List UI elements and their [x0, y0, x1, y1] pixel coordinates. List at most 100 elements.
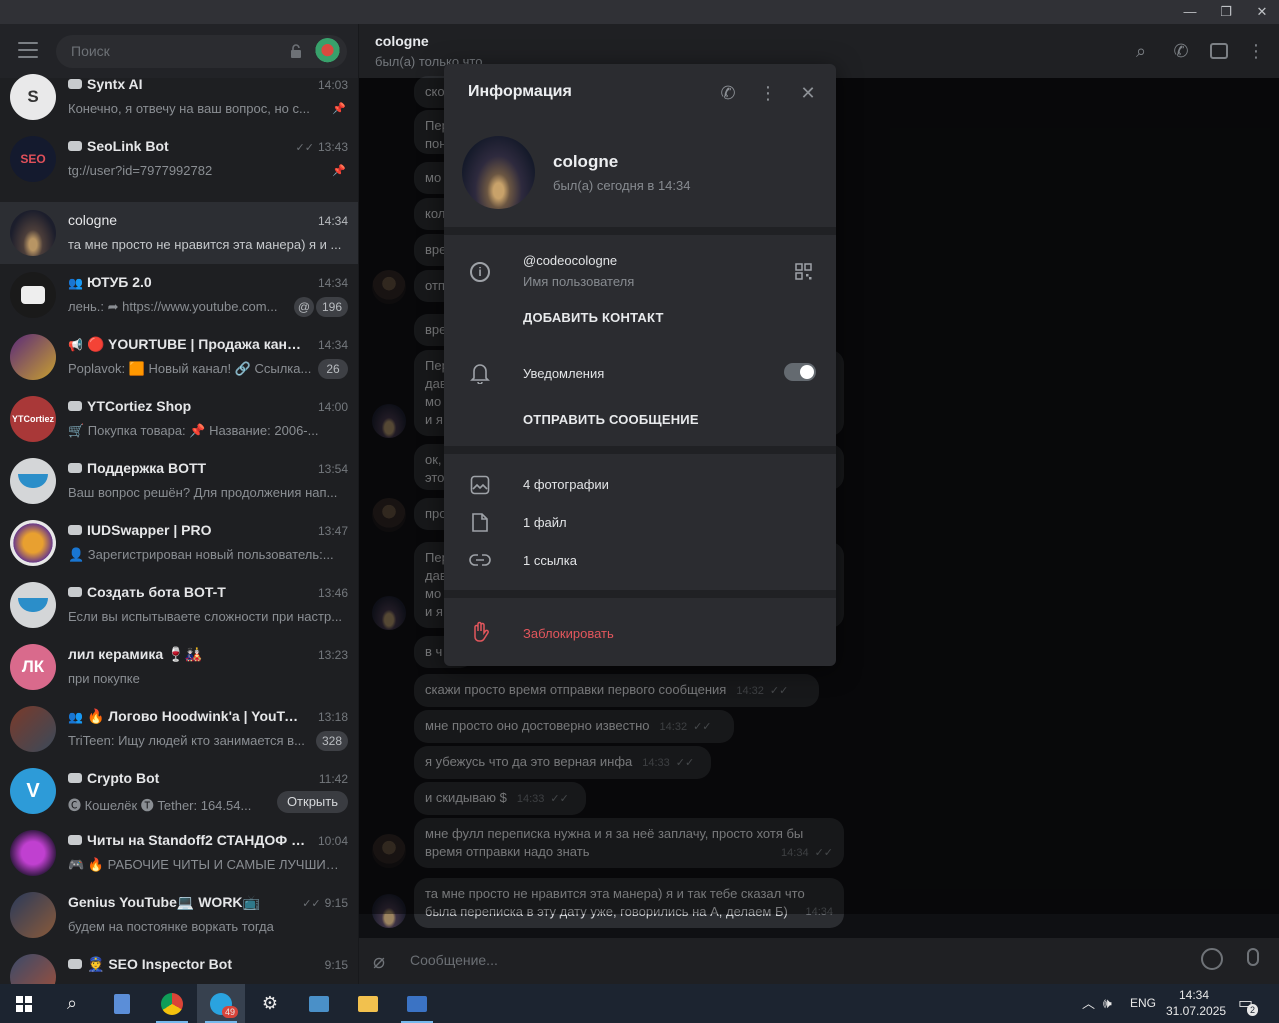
- phone-icon[interactable]: ✆: [1170, 40, 1192, 62]
- chat-item-syntx-ai[interactable]: S Syntx AI 14:03 Конечно, я отвечу на ва…: [0, 66, 358, 128]
- chat-item-ytcortiez[interactable]: YTCortiez YTCortiez Shop 14:00 🛒 Покупка…: [0, 388, 358, 450]
- more-vertical-icon[interactable]: ⋮: [757, 82, 779, 104]
- photo-icon: [470, 475, 490, 495]
- lock-icon[interactable]: [290, 44, 302, 58]
- attach-icon[interactable]: ⌀: [373, 949, 385, 974]
- calculator-icon[interactable]: [98, 984, 146, 1023]
- file-explorer-icon[interactable]: [344, 984, 392, 1023]
- add-contact-button[interactable]: ДОБАВИТЬ КОНТАКТ: [523, 310, 664, 325]
- search-field[interactable]: Поиск: [56, 35, 347, 68]
- language-indicator[interactable]: ENG: [1130, 984, 1156, 1023]
- telegram-badge: 49: [222, 1006, 239, 1018]
- message-input[interactable]: Сообщение...: [410, 952, 498, 968]
- block-user-button[interactable]: Заблокировать: [523, 626, 614, 641]
- chat-item-seolink-bot[interactable]: SEO SeoLink Bot ✓✓ 13:43 tg://user?id=797…: [0, 128, 358, 190]
- read-checks-icon: ✓✓: [302, 898, 321, 910]
- bot-icon: [68, 959, 82, 969]
- file-icon: [472, 513, 488, 532]
- chat-item-cologne[interactable]: cologne 14:34 та мне просто не нравится …: [0, 202, 358, 264]
- genius-avatar: [10, 892, 56, 938]
- group-icon: 👥: [68, 710, 83, 724]
- menu-icon[interactable]: [18, 42, 38, 58]
- chat-item-iudswapper[interactable]: IUDSwapper | PRO 13:47 👤 Зарегистрирован…: [0, 512, 358, 574]
- bot-icon: [68, 463, 82, 473]
- block-hand-icon: [474, 621, 489, 642]
- sidebar-toggle-icon[interactable]: [1210, 43, 1228, 59]
- chat-item-lil-keramika[interactable]: ЛК лил керамика 🍷🎎 13:23 при покупке: [0, 636, 358, 698]
- megaphone-icon: 📢: [68, 338, 83, 352]
- read-checks-icon: ✓✓: [295, 142, 314, 154]
- call-icon[interactable]: ✆: [717, 82, 739, 104]
- chat-item-seo-inspector[interactable]: 👮 SEO Inspector Bot 9:15: [0, 946, 358, 984]
- windows-start-icon[interactable]: [0, 984, 48, 1023]
- seolink-avatar: SEO: [10, 136, 56, 182]
- stories-avatar[interactable]: [314, 38, 341, 65]
- username-label: Имя пользователя: [523, 274, 635, 289]
- chat-item-create-bot[interactable]: Создать бота BOT-T 13:46 Если вы испытыв…: [0, 574, 358, 636]
- pin-icon: 📌: [332, 103, 346, 115]
- settings-icon[interactable]: ⚙: [246, 984, 294, 1023]
- chat-item-youtube-2[interactable]: 👥 ЮТУБ 2.0 14:34 лень.: ➦ https://www.you…: [0, 264, 358, 326]
- notification-center-icon[interactable]: ▭ 2: [1238, 984, 1259, 1023]
- profile-name: cologne: [553, 152, 619, 171]
- window-titlebar: — ❐ ✕: [0, 0, 1279, 24]
- profile-avatar[interactable]: [462, 136, 535, 209]
- crypto-bot-avatar: V: [10, 768, 56, 814]
- divider: [444, 590, 836, 598]
- bot-icon: [68, 587, 82, 597]
- info-icon: i: [468, 258, 492, 282]
- qr-code-icon[interactable]: [795, 263, 812, 280]
- pin-icon: 📌: [332, 165, 346, 177]
- username[interactable]: @codeocologne: [523, 253, 617, 268]
- more-vertical-icon[interactable]: ⋮: [1245, 40, 1267, 62]
- chat-item-yourtube[interactable]: 📢 🔴 YOURTUBE | Продажа канал... 14:34 Pop…: [0, 326, 358, 388]
- emoji-icon[interactable]: [1201, 948, 1223, 970]
- bot-icon: [68, 835, 82, 845]
- bot-icon: [68, 79, 82, 89]
- link-icon: [469, 554, 491, 566]
- close-icon[interactable]: ✕: [797, 82, 819, 104]
- microphone-icon[interactable]: [1247, 948, 1259, 966]
- modal-title: Информация: [468, 83, 572, 100]
- group-icon: 👥: [68, 276, 83, 290]
- divider: [444, 446, 836, 454]
- bot-icon: [68, 401, 82, 411]
- tray-chevron-icon[interactable]: ︿: [1082, 984, 1095, 1023]
- notifications-toggle[interactable]: [784, 363, 816, 381]
- maximize-button[interactable]: ❐: [1208, 0, 1244, 24]
- telegram-icon[interactable]: 49: [197, 984, 245, 1023]
- links-link[interactable]: 1 ссылка: [523, 553, 577, 568]
- minimize-button[interactable]: —: [1172, 0, 1208, 24]
- files-link[interactable]: 1 файл: [523, 515, 567, 530]
- bot-icon: [68, 141, 82, 151]
- yourtube-avatar: [10, 334, 56, 380]
- standoff-avatar: [10, 830, 56, 876]
- cologne-avatar: [10, 210, 56, 256]
- ytcortiez-avatar: YTCortiez: [10, 396, 56, 442]
- app-icon[interactable]: [295, 984, 343, 1023]
- profile-status: был(а) сегодня в 14:34: [553, 178, 691, 193]
- youtube-avatar: [10, 272, 56, 318]
- remote-desktop-icon[interactable]: [393, 984, 441, 1023]
- hoodwink-avatar: [10, 706, 56, 752]
- close-window-button[interactable]: ✕: [1244, 0, 1279, 24]
- send-message-button[interactable]: ОТПРАВИТЬ СООБЩЕНИЕ: [523, 412, 699, 427]
- seo-inspector-avatar: [10, 954, 56, 984]
- syntx-avatar: S: [10, 74, 56, 120]
- photos-link[interactable]: 4 фотографии: [523, 477, 609, 492]
- chat-item-genius-youtube[interactable]: Genius YouTube💻 WORK📺 ✓✓ 9:15 будем на по…: [0, 884, 358, 946]
- volume-icon[interactable]: 🕪: [1103, 984, 1112, 1023]
- clock[interactable]: 14:34 31.07.2025: [1166, 984, 1226, 1023]
- open-button[interactable]: Открыть: [276, 791, 348, 813]
- search-icon[interactable]: ⌕: [1130, 40, 1152, 62]
- chat-list-sidebar: Поиск S Syntx AI 14:03 Конечно, я отвечу…: [0, 24, 358, 984]
- chrome-icon[interactable]: [148, 984, 196, 1023]
- chat-item-bott-support[interactable]: Поддержка BOTT 13:54 Ваш вопрос решён? Д…: [0, 450, 358, 512]
- chat-item-crypto-bot[interactable]: V Crypto Bot 11:42 🅒 Кошелёк 🅣 Tether: 1…: [0, 760, 358, 822]
- bott-avatar: [10, 458, 56, 504]
- chat-item-hoodwink[interactable]: 👥 🔥 Логово Hoodwink'a | YouTub... 13:18 T…: [0, 698, 358, 760]
- chat-item-standoff-cheats[interactable]: Читы на Standoff2 СТАНДОФ / СТ... 10:04 …: [0, 822, 358, 884]
- iudswapper-avatar: [10, 520, 56, 566]
- search-input[interactable]: Поиск: [71, 43, 110, 59]
- search-icon[interactable]: ⌕: [48, 984, 96, 1023]
